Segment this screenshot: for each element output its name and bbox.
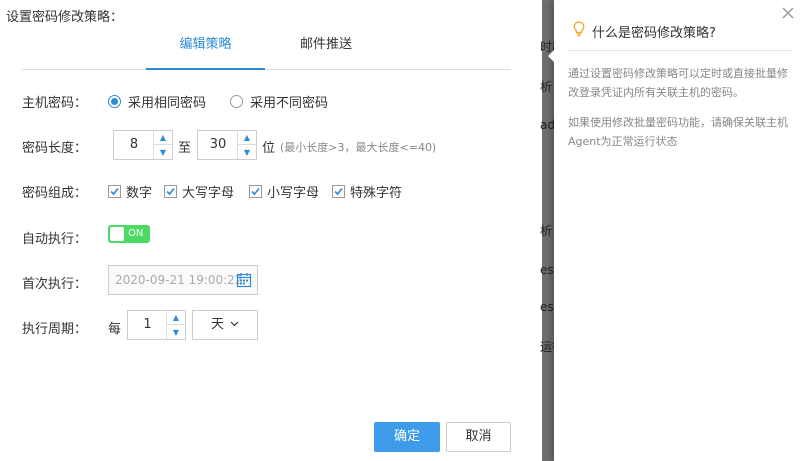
checkbox-digits-label: 数字 bbox=[126, 186, 153, 201]
auto-execute-label: 自动执行： bbox=[22, 232, 88, 247]
first-execute-datetime-input[interactable]: 2020-09-21 19:00:22 bbox=[108, 265, 258, 295]
cancel-button[interactable]: 取消 bbox=[446, 422, 511, 452]
help-divider bbox=[568, 50, 792, 51]
checkbox-digits[interactable]: 数字 bbox=[108, 182, 152, 201]
max-length-stepper[interactable]: 30 ▲ ▼ bbox=[197, 130, 257, 160]
max-length-arrows: ▲ ▼ bbox=[237, 131, 256, 159]
checkbox-checked-icon bbox=[249, 185, 262, 198]
checkbox-checked-icon bbox=[332, 185, 345, 198]
min-length-value[interactable]: 8 bbox=[114, 131, 154, 159]
length-unit: 位 bbox=[262, 141, 276, 156]
decrement-arrow-icon[interactable]: ▼ bbox=[154, 145, 172, 159]
range-separator: 至 bbox=[178, 141, 192, 156]
checkbox-special-chars[interactable]: 特殊字符 bbox=[332, 182, 402, 201]
background-fragment: 运行 bbox=[540, 340, 554, 354]
close-icon[interactable] bbox=[781, 6, 795, 20]
background-fragment: ad bbox=[540, 118, 554, 132]
period-label: 执行周期： bbox=[22, 322, 88, 337]
background-fragment: es bbox=[540, 300, 554, 314]
decrement-arrow-icon[interactable]: ▼ bbox=[167, 325, 185, 339]
toggle-state-text: ON bbox=[128, 228, 144, 239]
checkbox-special-chars-label: 特殊字符 bbox=[350, 186, 403, 201]
tab-mail-push[interactable]: 邮件推送 bbox=[278, 28, 374, 70]
radio-checked-icon bbox=[108, 95, 121, 108]
period-arrows: ▲ ▼ bbox=[166, 311, 185, 339]
background-fragment: es bbox=[540, 263, 554, 277]
decrement-arrow-icon[interactable]: ▼ bbox=[238, 145, 256, 159]
help-title: 什么是密码修改策略? bbox=[592, 26, 716, 41]
period-value[interactable]: 1 bbox=[128, 311, 167, 339]
radio-different-password-label: 采用不同密码 bbox=[250, 96, 329, 111]
background-fragment: 析 bbox=[540, 224, 553, 238]
checkbox-uppercase-label: 大写字母 bbox=[182, 186, 235, 201]
period-unit-select[interactable]: 天 bbox=[192, 310, 258, 340]
chevron-down-icon bbox=[230, 321, 239, 327]
period-unit-value: 天 bbox=[211, 317, 225, 332]
first-execute-datetime-value: 2020-09-21 19:00:22 bbox=[115, 273, 243, 287]
period-prefix: 每 bbox=[108, 322, 122, 337]
checkbox-checked-icon bbox=[108, 185, 121, 198]
composition-label: 密码组成： bbox=[22, 186, 88, 201]
checkbox-checked-icon bbox=[164, 185, 177, 198]
radio-same-password[interactable]: 采用相同密码 bbox=[108, 92, 206, 111]
checkbox-lowercase-label: 小写字母 bbox=[267, 186, 320, 201]
auto-execute-toggle[interactable]: ON bbox=[108, 225, 150, 243]
password-policy-dialog: 设置密码修改策略： 编辑策略 邮件推送 主机密码： 采用相同密码 采用不同密码 … bbox=[0, 0, 542, 461]
checkbox-lowercase[interactable]: 小写字母 bbox=[249, 182, 319, 201]
period-stepper[interactable]: 1 ▲ ▼ bbox=[127, 310, 186, 340]
background-fragment: 析 bbox=[540, 80, 553, 94]
min-length-arrows: ▲ ▼ bbox=[153, 131, 172, 159]
help-panel: 什么是密码修改策略? 通过设置密码修改策略可以定时或直接批量修改登录凭证内所有关… bbox=[548, 0, 802, 461]
help-note: 如果使用修改批量密码功能，请确保关联主机Agent为正常运行状态 bbox=[568, 116, 788, 148]
first-execute-label: 首次执行： bbox=[22, 277, 88, 292]
confirm-button[interactable]: 确定 bbox=[374, 422, 440, 452]
max-length-value[interactable]: 30 bbox=[198, 131, 238, 159]
toggle-knob bbox=[110, 227, 124, 241]
radio-different-password[interactable]: 采用不同密码 bbox=[230, 92, 328, 111]
tab-bar: 编辑策略 邮件推送 bbox=[22, 28, 511, 70]
password-length-label: 密码长度： bbox=[22, 141, 88, 156]
radio-unchecked-icon bbox=[230, 95, 243, 108]
increment-arrow-icon[interactable]: ▲ bbox=[167, 311, 185, 325]
min-length-stepper[interactable]: 8 ▲ ▼ bbox=[113, 130, 173, 160]
host-password-label: 主机密码： bbox=[22, 96, 88, 111]
dialog-title: 设置密码修改策略： bbox=[6, 10, 124, 25]
increment-arrow-icon[interactable]: ▲ bbox=[154, 131, 172, 145]
lightbulb-icon bbox=[573, 21, 585, 37]
help-pointer bbox=[548, 50, 554, 62]
tab-edit-policy[interactable]: 编辑策略 bbox=[146, 28, 265, 70]
calendar-icon[interactable] bbox=[236, 272, 252, 288]
checkbox-uppercase[interactable]: 大写字母 bbox=[164, 182, 234, 201]
help-description: 通过设置密码修改策略可以定时或直接批量修改登录凭证内所有关联主机的密码。 bbox=[568, 67, 788, 99]
increment-arrow-icon[interactable]: ▲ bbox=[238, 131, 256, 145]
length-hint: (最小长度>3，最大长度<=40) bbox=[280, 141, 437, 154]
radio-same-password-label: 采用相同密码 bbox=[128, 96, 207, 111]
